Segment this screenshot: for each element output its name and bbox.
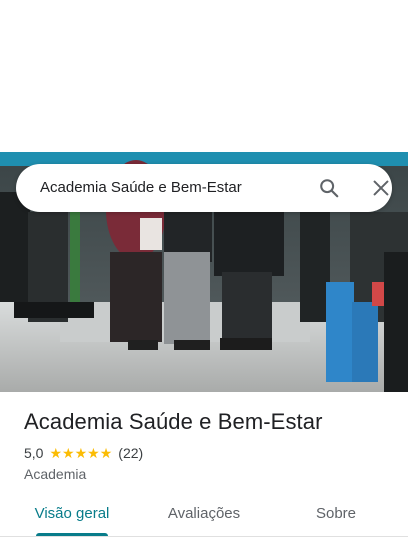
- tab-about[interactable]: Sobre: [288, 496, 384, 532]
- star-icon: ★: [49, 445, 63, 461]
- search-icon[interactable]: [318, 177, 340, 199]
- star-icon: ★: [87, 445, 100, 461]
- tab-bar: Visão geral Avaliações Sobre: [0, 496, 408, 536]
- place-category: Academia: [24, 466, 87, 482]
- search-bar[interactable]: Academia Saúde e Bem-Estar: [16, 164, 392, 212]
- star-icon: ★: [74, 445, 88, 461]
- rating-value: 5,0: [24, 445, 44, 461]
- place-title: Academia Saúde e Bem-Estar: [24, 409, 323, 434]
- divider: [0, 536, 408, 537]
- search-input[interactable]: Academia Saúde e Bem-Estar: [40, 164, 242, 212]
- rating-row[interactable]: 5,0 ★ ★ ★ ★ ★ (22): [24, 443, 394, 463]
- star-icon: ★: [62, 445, 75, 461]
- tab-overview[interactable]: Visão geral: [24, 496, 120, 532]
- star-icon: ★: [99, 445, 113, 461]
- close-icon[interactable]: [370, 177, 392, 199]
- place-info: Academia Saúde e Bem-Estar 5,0 ★ ★ ★ ★ ★…: [24, 408, 394, 484]
- tab-reviews[interactable]: Avaliações: [156, 496, 252, 532]
- star-rating: ★ ★ ★ ★ ★: [49, 446, 112, 460]
- review-count[interactable]: (22): [118, 443, 143, 463]
